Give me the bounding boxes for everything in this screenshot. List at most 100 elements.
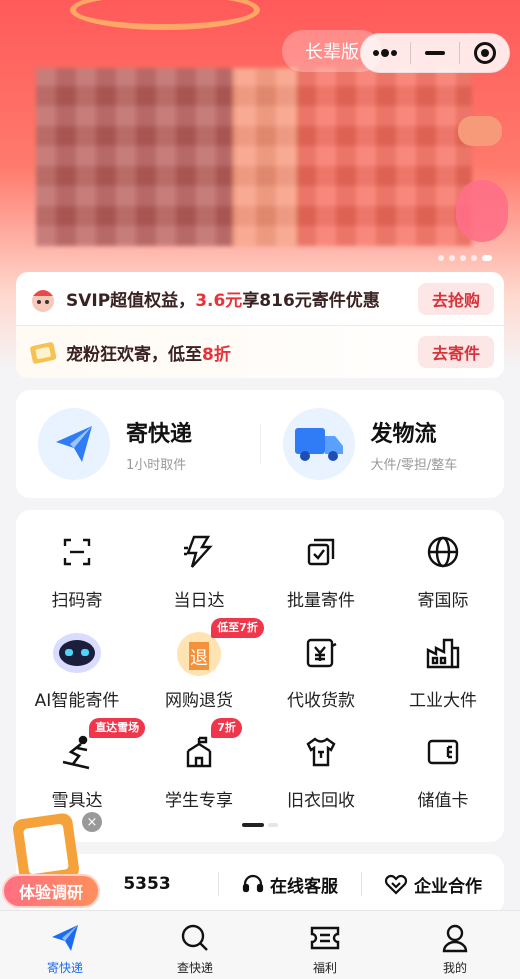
grid-page-dot xyxy=(268,823,278,827)
grid-label: 当日达 xyxy=(173,591,225,611)
grid-label: AI智能寄件 xyxy=(34,691,120,711)
robot-icon xyxy=(53,633,101,673)
promo-text-suffix: 享816元寄件优惠 xyxy=(242,291,380,311)
promo-row-discount[interactable]: 宠粉狂欢寄，低至8折 去寄件 xyxy=(16,325,504,378)
send-freight-title: 发物流 xyxy=(370,421,437,447)
grid-badge: 直达雪场 xyxy=(89,718,146,738)
promo-text: 宠粉狂欢寄，低至8折 xyxy=(66,340,418,365)
search-icon xyxy=(181,924,208,951)
send-express-title: 寄快递 xyxy=(126,421,193,447)
paper-plane-icon xyxy=(52,925,78,951)
banner-dot xyxy=(460,255,466,261)
shirt-icon xyxy=(306,737,336,767)
close-miniprogram-button[interactable] xyxy=(460,34,509,72)
survey-button[interactable]: 体验调研 xyxy=(2,874,100,908)
banner-dot-active xyxy=(482,255,492,261)
grid-label: 储值卡 xyxy=(417,791,469,811)
grid-label: 网购退货 xyxy=(165,691,233,711)
banner-dot xyxy=(438,255,444,261)
school-icon xyxy=(186,736,212,768)
grid-item-cod[interactable]: 代收货款 xyxy=(260,624,382,724)
grid-label: 工业大件 xyxy=(409,691,477,711)
grid-label: 代收货款 xyxy=(287,691,355,711)
promo-text-highlight: 8折 xyxy=(202,344,231,365)
grid-item-ai-send[interactable]: AI智能寄件 xyxy=(16,624,138,724)
scan-icon xyxy=(63,538,91,566)
go-send-button[interactable]: 去寄件 xyxy=(418,336,494,368)
target-icon xyxy=(473,42,496,64)
more-button[interactable] xyxy=(361,34,410,72)
batch-icon xyxy=(307,538,335,566)
ticket-icon xyxy=(310,926,340,950)
grid-item-ski-gear[interactable]: 直达雪场 雪具达 xyxy=(16,718,146,824)
tab-track-express[interactable]: 查快递 xyxy=(130,911,260,979)
grid-item-batch-send[interactable]: 批量寄件 xyxy=(260,524,382,624)
truck-icon xyxy=(294,428,343,461)
elder-mode-label: 长辈版 xyxy=(305,42,359,63)
service-grid-card: 扫码寄 当日达 批量寄件 寄国际 AI智能寄件 退 低至7折 网购退货 代收货款… xyxy=(16,510,504,842)
buy-now-button[interactable]: 去抢购 xyxy=(418,282,494,315)
tab-label: 福利 xyxy=(312,961,337,975)
svg-text:退: 退 xyxy=(190,648,208,669)
grid-label: 旧衣回收 xyxy=(287,791,355,811)
mascot-icon xyxy=(32,289,54,312)
tab-mine[interactable]: 我的 xyxy=(390,911,520,979)
send-express-icon-bg xyxy=(38,408,110,480)
business-cooperation-button[interactable]: 企业合作 xyxy=(362,872,504,897)
grid-label: 扫码寄 xyxy=(51,591,103,611)
minimize-button[interactable] xyxy=(411,34,460,72)
grid-badge: 低至7折 xyxy=(211,618,264,638)
promo-text-highlight: 3.6元 xyxy=(195,291,243,311)
promo-text: SVIP超值权益，3.6元享816元寄件优惠 xyxy=(66,286,418,311)
grid-item-scan-send[interactable]: 扫码寄 xyxy=(16,524,138,624)
banner-dot xyxy=(449,255,455,261)
grid-item-online-return[interactable]: 退 低至7折 网购退货 xyxy=(138,618,264,724)
tab-benefits[interactable]: 福利 xyxy=(260,911,390,979)
survey-float[interactable]: 体验调研 × xyxy=(2,812,102,912)
banner-decoration-flower xyxy=(456,180,508,242)
send-express-entry[interactable]: 寄快递 1小时取件 xyxy=(16,408,260,480)
promo-text-prefix: SVIP超值权益， xyxy=(66,291,196,311)
online-service-label: 在线客服 xyxy=(270,876,338,897)
business-cooperation-label: 企业合作 xyxy=(414,876,482,897)
grid-pagination xyxy=(242,823,278,827)
tab-label: 寄快递 xyxy=(46,961,83,975)
hotline-number: 5353 xyxy=(123,874,171,894)
grid-item-industrial[interactable]: 工业大件 xyxy=(382,624,504,724)
banner-image[interactable] xyxy=(36,68,472,246)
lightning-icon xyxy=(184,535,213,568)
coupon-icon xyxy=(30,342,57,364)
grid-item-same-day[interactable]: 当日达 xyxy=(138,524,260,624)
send-freight-subtitle: 大件/零担/整车 xyxy=(370,457,458,473)
tab-send-express[interactable]: 寄快递 xyxy=(0,911,130,979)
promo-text-prefix: 宠粉狂欢寄，低至 xyxy=(66,344,202,365)
tab-label: 查快递 xyxy=(176,961,213,975)
user-icon xyxy=(442,924,468,953)
promo-card: SVIP超值权益，3.6元享816元寄件优惠 去抢购 宠粉狂欢寄，低至8折 去寄… xyxy=(16,272,504,378)
minimize-icon xyxy=(425,51,445,55)
grid-label: 学生专享 xyxy=(165,791,233,811)
handshake-icon xyxy=(384,874,408,895)
card-icon xyxy=(427,739,459,765)
grid-item-international[interactable]: 寄国际 xyxy=(382,524,504,624)
send-freight-icon-bg xyxy=(282,408,355,480)
send-freight-entry[interactable]: 发物流 大件/零担/整车 xyxy=(261,408,505,480)
online-service-button[interactable]: 在线客服 xyxy=(219,872,361,897)
cash-icon xyxy=(306,638,337,668)
send-express-subtitle: 1小时取件 xyxy=(126,457,187,473)
skier-icon xyxy=(62,735,90,770)
headset-icon xyxy=(242,874,264,893)
grid-item-stored-value-card[interactable]: 储值卡 xyxy=(382,724,504,824)
grid-item-clothes-recycle[interactable]: 旧衣回收 xyxy=(260,724,382,824)
banner-decoration xyxy=(70,0,260,30)
grid-label: 寄国际 xyxy=(417,591,469,611)
grid-item-student[interactable]: 7折 学生专享 xyxy=(138,718,260,824)
close-icon[interactable]: × xyxy=(82,812,102,832)
grid-badge: 7折 xyxy=(211,718,242,738)
factory-icon xyxy=(426,638,460,669)
promo-row-svip[interactable]: SVIP超值权益，3.6元享816元寄件优惠 去抢购 xyxy=(16,272,504,325)
grid-page-dot-active xyxy=(242,823,264,827)
main-services-card: 寄快递 1小时取件 发物流 大件/零担/整车 xyxy=(16,390,504,498)
miniprogram-capsule xyxy=(360,33,510,73)
banner-decoration-small xyxy=(458,116,502,146)
